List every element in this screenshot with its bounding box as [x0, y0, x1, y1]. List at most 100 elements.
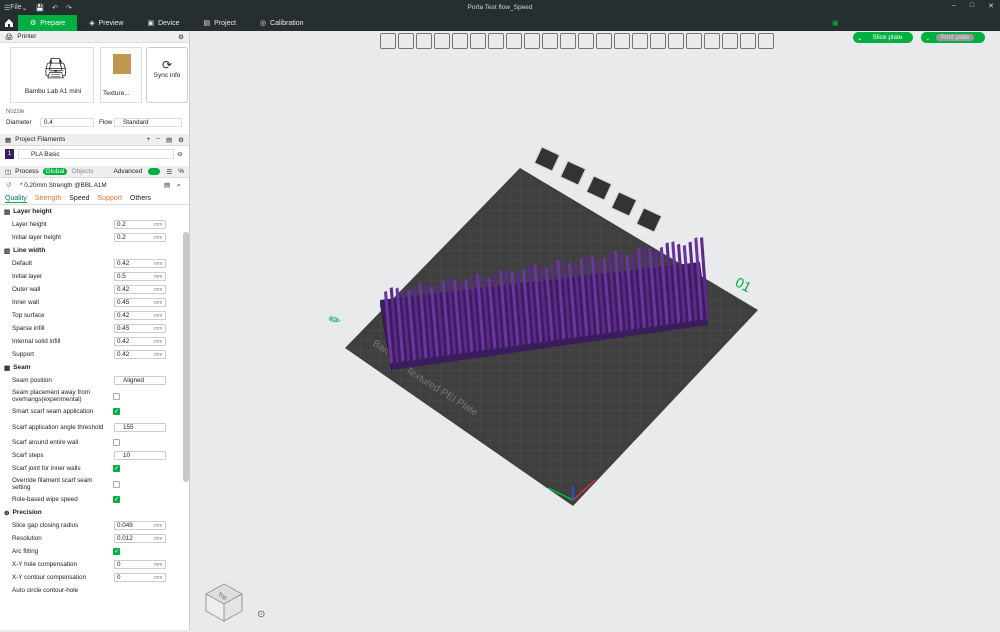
settings-icon[interactable]: ⚙	[178, 136, 184, 144]
remove-circle-icon[interactable]: ⊖	[177, 151, 182, 158]
setting-label: Default	[12, 260, 32, 267]
chevron-down-icon: ⌄	[21, 4, 28, 12]
scarf-inner-checkbox[interactable]	[113, 465, 120, 472]
tab-strength[interactable]: Strength	[35, 195, 61, 202]
plate-close-icon[interactable]	[533, 145, 561, 173]
menu-button[interactable]: ☰ File ⌄	[0, 0, 31, 15]
printer-section: 🖨 Printer ⚙	[0, 31, 189, 43]
tab-speed[interactable]: Speed	[69, 195, 89, 202]
setting-row: Role-based wipe speed	[0, 493, 189, 506]
setting-label: X-Y hole compensation	[12, 561, 77, 568]
scarf-steps-input[interactable]: 10	[114, 451, 166, 460]
setting-label: Inner wall	[12, 299, 39, 306]
override-scarf-checkbox[interactable]	[113, 480, 120, 488]
arc-fitting-checkbox[interactable]	[113, 548, 120, 555]
setting-row: Sparse infill 0.45 mm	[0, 322, 189, 335]
printer-cards: 🖨 Bambu Lab A1 mini Texture... ⟳ Sync in…	[0, 43, 189, 105]
save-icon[interactable]: ▤	[164, 182, 170, 189]
title-bar: ☰ File ⌄ 💾 ↶ ↷ Porta Test flow_Speed – □ ✕	[0, 0, 1000, 15]
setting-label: Scarf application angle threshold	[12, 423, 104, 431]
filament-select[interactable]: PLA Basic	[18, 149, 174, 159]
plate-card[interactable]: Texture...	[100, 47, 142, 103]
setting-label: Internal solid infill	[12, 338, 61, 345]
filament-row: 1 PLA Basic ⊖	[0, 146, 189, 162]
plate-arrange-icon[interactable]	[559, 159, 587, 187]
layers-icon: ▤	[4, 208, 11, 216]
seam-position-select[interactable]: Aligned	[114, 376, 166, 385]
scarf-entire-checkbox[interactable]	[113, 439, 120, 446]
printer-card[interactable]: 🖨 Bambu Lab A1 mini	[10, 47, 94, 103]
main-tabs: ⚙ Prepare ◈ Preview ▣ Device ▤ Project ◎ Cali…	[0, 15, 1000, 43]
percent-icon[interactable]: %	[178, 168, 184, 176]
tab-others[interactable]: Others	[130, 195, 151, 202]
setting-label: Role-based wipe speed	[12, 496, 78, 503]
minimize-icon[interactable]: –	[952, 2, 956, 10]
smart-scarf-checkbox[interactable]	[113, 408, 120, 415]
unit-label: mm	[154, 575, 163, 581]
setting-row: Seam placement away from overhangs(exper…	[0, 387, 189, 405]
save-icon[interactable]: 💾	[31, 0, 48, 15]
remove-icon[interactable]: −	[156, 136, 160, 144]
plate-number: 01	[733, 274, 754, 296]
tab-preview[interactable]: ◈ Preview	[77, 15, 135, 31]
tab-quality[interactable]: Quality	[5, 195, 27, 203]
tab-prepare[interactable]: ⚙ Prepare	[18, 15, 78, 31]
3d-viewport[interactable]: 01 ✎ Bambu Textured PEI Plate Top ⊙	[191, 31, 1000, 630]
reset-icon[interactable]: ↺	[6, 182, 11, 189]
search-icon[interactable]: ⌕	[177, 182, 181, 190]
camera-icon[interactable]: ⊙	[257, 609, 265, 620]
unit-label: mm	[154, 339, 163, 345]
tab-label: Device	[158, 19, 180, 27]
save-icon[interactable]: ▤	[166, 136, 172, 144]
section-title: Process	[15, 168, 39, 175]
setting-row: Initial layer height 0.2 mm	[0, 231, 189, 244]
line-width-icon: ▥	[4, 247, 11, 255]
redo-icon[interactable]: ↷	[62, 0, 76, 15]
preset-select[interactable]: * 0.20mm Strength @BBL A1M	[18, 182, 160, 189]
unit-label: mm	[154, 287, 163, 293]
undo-icon[interactable]: ↶	[48, 0, 62, 15]
tab-device[interactable]: ▣ Device	[135, 15, 191, 31]
setting-label: Sparse infill	[12, 325, 45, 332]
sync-label: Sync info	[153, 72, 181, 79]
printer-image: 🖨	[43, 58, 69, 80]
preset-row: ↺ * 0.20mm Strength @BBL A1M ▤ ⌕	[0, 178, 189, 193]
role-wipe-checkbox[interactable]	[113, 496, 120, 503]
plate-layout-icon[interactable]	[585, 174, 613, 202]
settings-icon[interactable]: ⚙	[178, 33, 184, 41]
seam-away-checkbox[interactable]	[113, 392, 120, 400]
setting-label: Scarf joint for inner walls	[12, 465, 81, 472]
tab-calibration[interactable]: ◎ Calibration	[248, 15, 316, 31]
seam-icon: ▦	[4, 364, 11, 372]
maximize-icon[interactable]: □	[970, 2, 974, 10]
layer-height-group: ▤ Layer height	[0, 205, 189, 218]
plate-edit-icon[interactable]: ✎	[326, 310, 344, 330]
tab-support[interactable]: Support	[98, 195, 123, 202]
global-toggle[interactable]: Global	[42, 168, 68, 175]
add-icon[interactable]: +	[146, 136, 150, 144]
setting-label: Outer wall	[12, 286, 41, 293]
scarf-angle-input[interactable]: 155	[114, 422, 166, 432]
diameter-select[interactable]: 0.4	[40, 117, 94, 127]
setting-row: Top surface 0.42 mm	[0, 309, 189, 322]
objects-toggle[interactable]: Objects	[71, 168, 93, 175]
close-icon[interactable]: ✕	[988, 2, 994, 10]
home-icon[interactable]	[0, 15, 18, 31]
plate-settings-icon[interactable]	[635, 206, 663, 234]
advanced-label: Advanced	[113, 167, 143, 175]
group-title: Seam	[13, 364, 31, 371]
unit-label: mm	[154, 300, 163, 306]
tab-project[interactable]: ▤ Project	[192, 15, 248, 31]
list-icon[interactable]: ☰	[166, 168, 172, 176]
setting-label: Initial layer height	[12, 234, 62, 241]
export-icon[interactable]: ▣	[832, 19, 839, 27]
sync-info-button[interactable]: ⟳ Sync info	[146, 47, 188, 103]
settings-sidebar: 🖨 Printer ⚙ 🖨 Bambu Lab A1 mini Texture...…	[0, 31, 190, 630]
view-cube[interactable]: Top	[203, 581, 245, 623]
printer-name: Bambu Lab A1 mini	[24, 88, 82, 95]
flow-select[interactable]: Standard	[114, 117, 182, 127]
nozzle-label: Nozzle	[6, 109, 25, 115]
setting-label: Resolution	[12, 535, 42, 542]
advanced-switch[interactable]	[148, 167, 161, 175]
plate-lock-icon[interactable]	[610, 190, 638, 218]
